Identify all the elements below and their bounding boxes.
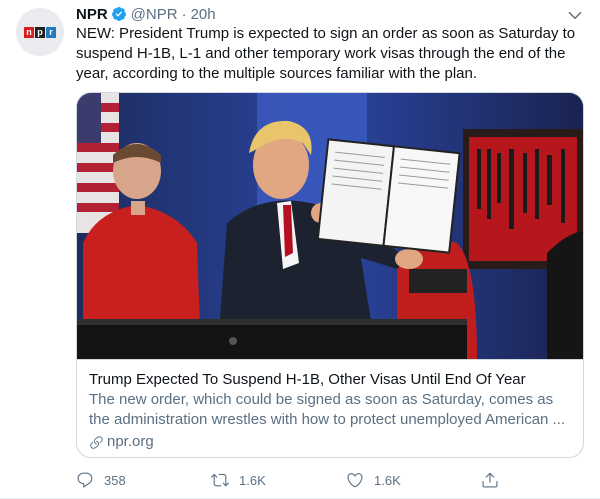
author-name[interactable]: NPR [76,6,108,23]
share-icon [482,472,498,488]
tweet-timestamp[interactable]: 20h [191,6,216,23]
retweet-count: 1.6K [239,472,266,488]
card-description: The new order, which could be signed as … [89,391,566,428]
logo-letter-p: p [35,26,45,38]
share-button[interactable] [481,471,509,489]
separator-dot: · [181,5,187,23]
logo-letter-r: r [46,26,56,38]
like-button[interactable]: 1.6K [346,471,481,489]
chevron-down-icon[interactable] [566,6,584,24]
verified-badge-icon [111,7,126,21]
reply-button[interactable]: 358 [76,471,211,489]
card-body[interactable]: Trump Expected To Suspend H-1B, Other Vi… [77,359,583,457]
reply-icon [77,472,93,488]
card-photo [77,93,583,359]
retweet-button[interactable]: 1.6K [211,471,346,489]
heart-icon [347,473,363,488]
logo-letter-n: n [24,26,34,38]
card-domain: npr.org [89,432,571,452]
reply-count: 358 [104,472,126,488]
card-image[interactable] [77,93,583,359]
like-count: 1.6K [374,472,401,488]
card-title: Trump Expected To Suspend H-1B, Other Vi… [89,371,526,388]
card-domain-text: npr.org [107,433,154,450]
link-card[interactable]: Trump Expected To Suspend H-1B, Other Vi… [76,92,584,458]
tweet-text: NEW: President Trump is expected to sign… [76,25,576,82]
tweet-header: NPR @NPR · 20h [76,4,216,24]
action-bar: 358 1.6K 1.6K [76,468,576,492]
flag-left [77,93,119,233]
tweet[interactable]: n p r NPR @NPR · 20h NEW: President Trum… [0,0,600,499]
avatar[interactable]: n p r [16,8,64,56]
npr-logo: n p r [24,26,56,38]
retweet-icon [211,473,229,487]
link-icon [90,435,103,449]
author-handle[interactable]: @NPR [131,6,178,23]
